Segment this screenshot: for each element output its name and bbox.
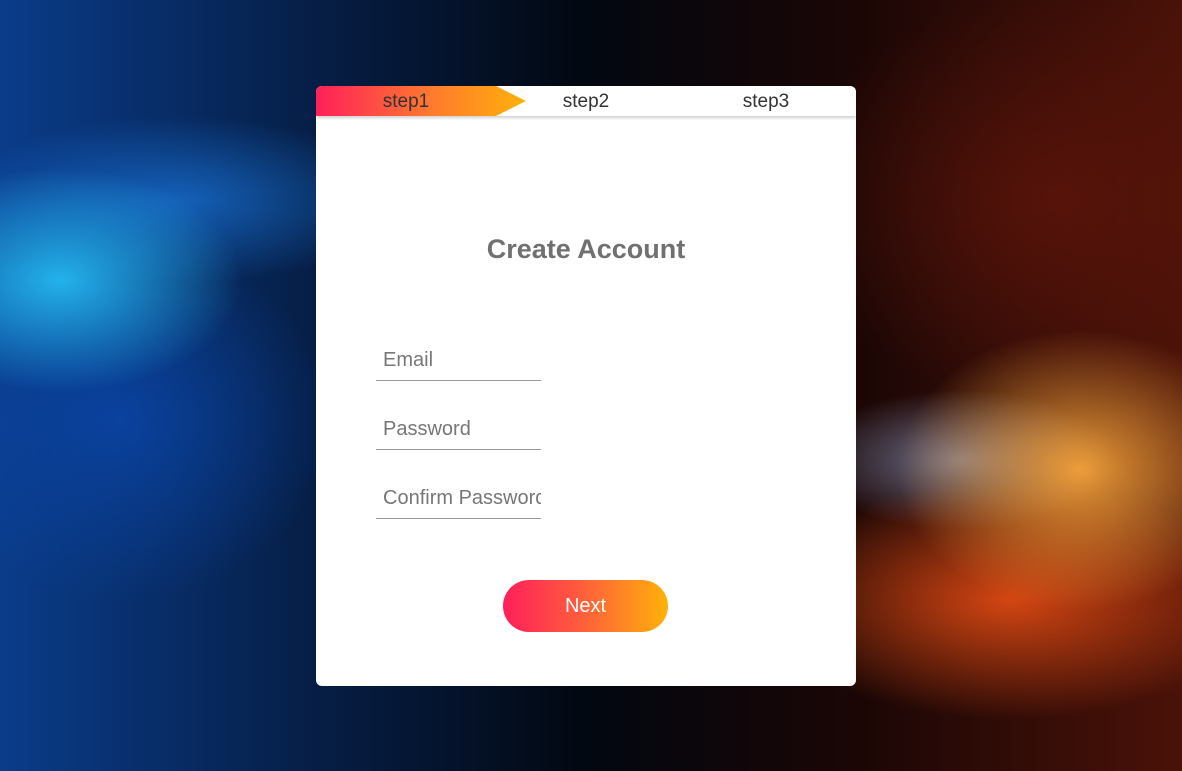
email-field[interactable] bbox=[376, 341, 541, 381]
step-2: step2 bbox=[562, 91, 610, 112]
password-field[interactable] bbox=[376, 410, 541, 450]
step-1: step1 bbox=[382, 91, 430, 112]
page-title: Create Account bbox=[486, 234, 686, 264]
step-progress-bar: step1 step2 step3 bbox=[316, 86, 856, 116]
step-3: step3 bbox=[742, 91, 790, 112]
signup-card: step1 step2 step3 Create Account Next bbox=[316, 86, 856, 686]
confirm-password-field[interactable] bbox=[376, 479, 541, 519]
next-button[interactable]: Next bbox=[503, 580, 668, 632]
